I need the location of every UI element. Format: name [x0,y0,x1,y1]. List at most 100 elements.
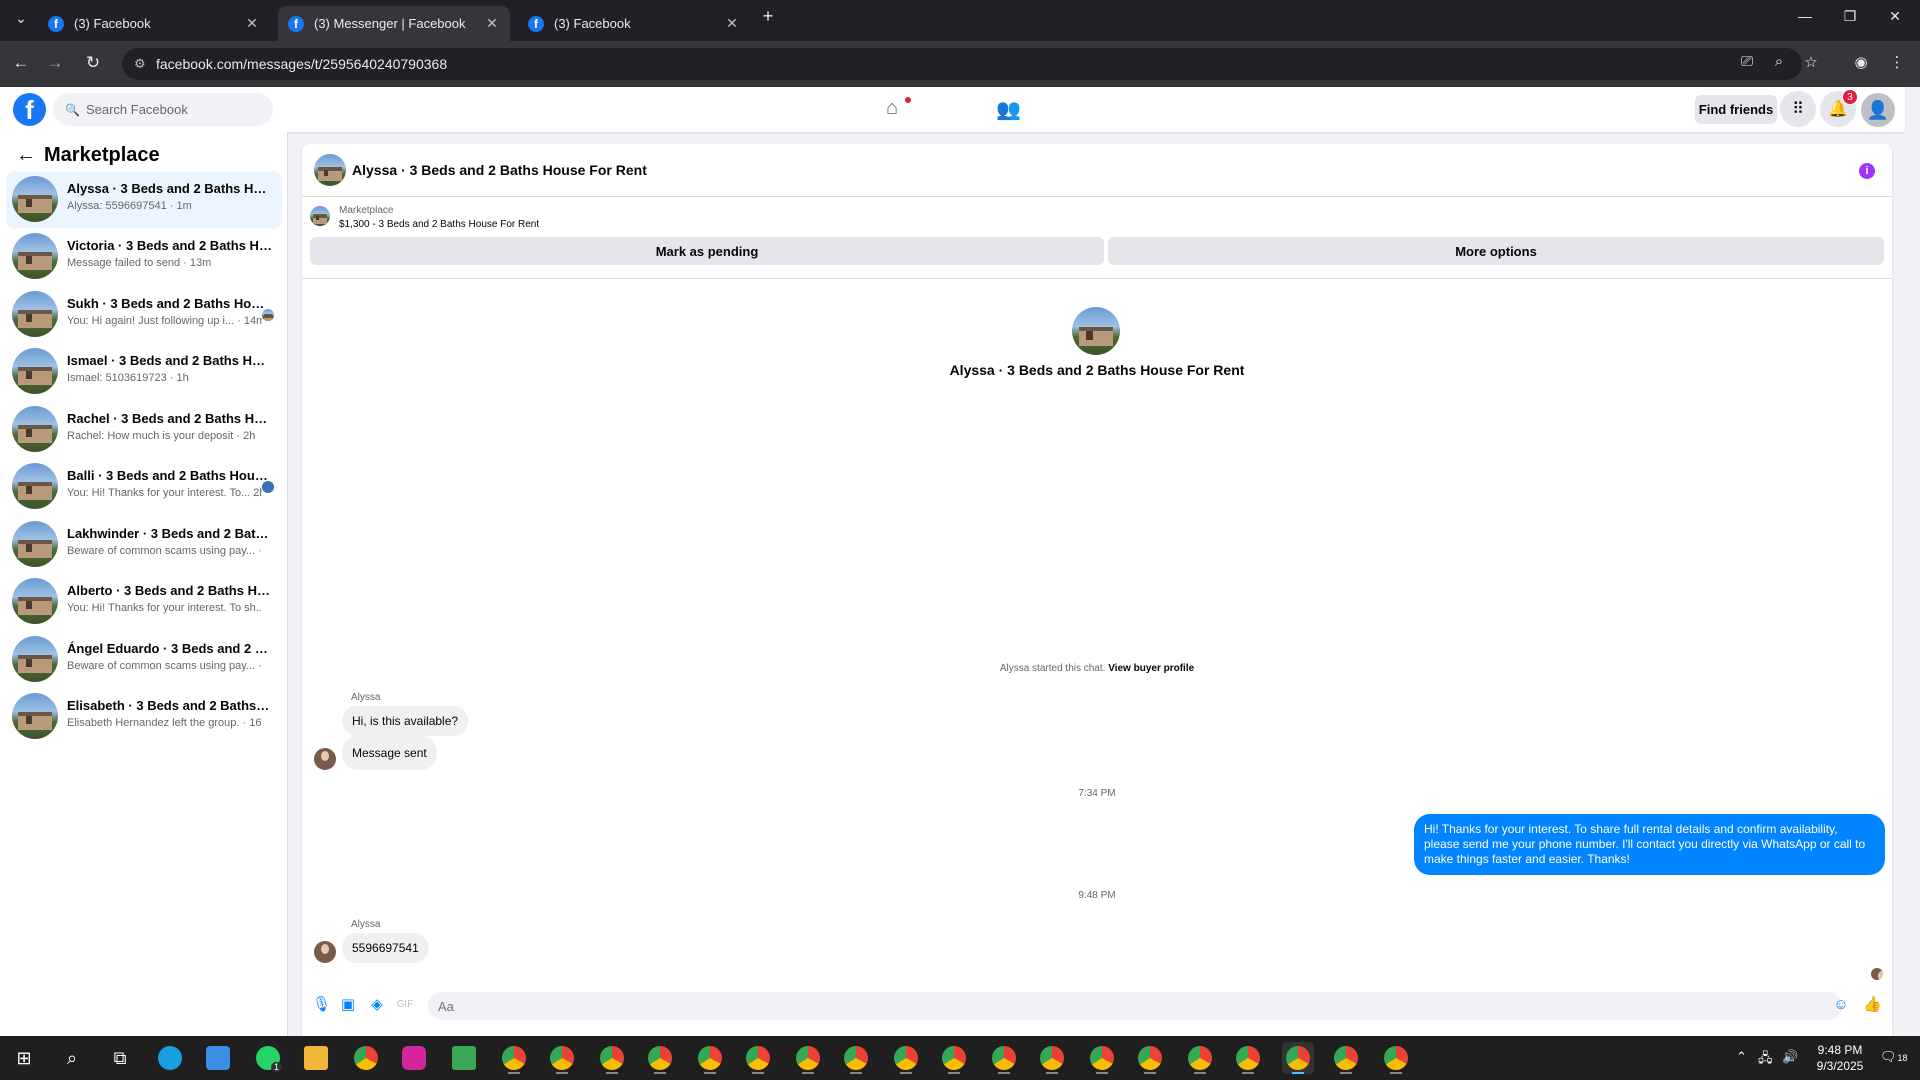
restore-icon[interactable]: ❐ [1835,8,1865,25]
search-icon[interactable]: ⌕ [56,1042,88,1074]
close-window-icon[interactable]: ✕ [1880,8,1910,25]
conversation-item[interactable]: Ángel Eduardo · 3 Beds and 2 Baths House… [6,632,282,688]
windows-start-icon[interactable]: ⊞ [8,1042,40,1074]
chrome-profile-icon[interactable] [1086,1042,1118,1074]
conversation-item[interactable]: Alberto · 3 Beds and 2 Baths House For R… [6,574,282,630]
zoom-icon[interactable]: ⌕ [1768,53,1790,70]
tab-search-icon[interactable]: ⌄ [6,10,36,27]
home-icon[interactable]: ⌂ [886,97,898,120]
edge-browser-icon[interactable] [154,1042,186,1074]
chrome-profile-icon-active[interactable] [1282,1042,1314,1074]
chrome-profile-icon[interactable] [1330,1042,1362,1074]
browser-tab-2[interactable]: f (3) Messenger | Facebook ✕ [278,6,510,41]
whatsapp-icon[interactable]: 1 [252,1042,284,1074]
conversation-item[interactable]: Elisabeth · 3 Beds and 2 Baths House For… [6,689,282,745]
close-tab-icon[interactable]: ✕ [724,15,740,32]
instagram-icon[interactable] [398,1042,430,1074]
chrome-profile-icon[interactable] [792,1042,824,1074]
file-explorer-icon[interactable] [300,1042,332,1074]
chrome-profile-icon[interactable] [840,1042,872,1074]
chrome-profile-icon[interactable] [890,1042,922,1074]
conversation-item[interactable]: Lakhwinder · 3 Beds and 2 Baths House Fo… [6,517,282,573]
account-avatar[interactable]: 👤 [1861,93,1895,127]
chrome-profile-icon[interactable] [742,1042,774,1074]
chrome-profile-icon[interactable] [1232,1042,1264,1074]
notification-center-icon[interactable]: 🗨18 [1880,1049,1908,1065]
site-info-icon[interactable]: ⚙ [134,56,146,72]
back-icon[interactable]: ← [10,53,32,73]
conversation-item[interactable]: Balli · 3 Beds and 2 Baths House For Ren… [6,459,282,515]
chrome-profile-icon[interactable] [1184,1042,1216,1074]
listing-avatar [12,693,58,739]
whatsapp-badge: 1 [270,1062,282,1072]
chrome-profile-icon[interactable] [596,1042,628,1074]
gif-icon[interactable]: GIF [396,996,414,1014]
chrome-profile-icon[interactable] [1380,1042,1412,1074]
listing-price[interactable]: $1,300 - 3 Beds and 2 Baths House For Re… [339,219,539,230]
read-receipt-avatar [1871,968,1883,980]
chat-avatar[interactable] [314,154,346,186]
chrome-profile-icon[interactable] [988,1042,1020,1074]
store-icon[interactable] [202,1042,234,1074]
incoming-message[interactable]: 5596697541 [342,933,429,963]
facebook-logo-icon[interactable]: f [13,93,46,126]
network-icon[interactable]: 🖧 [1758,1049,1773,1071]
chrome-profile-icon[interactable] [1134,1042,1166,1074]
profile-icon[interactable]: ◉ [1850,53,1872,71]
conversation-item[interactable]: Ismael · 3 Beds and 2 Baths House For Re… [6,344,282,400]
chrome-profile-icon[interactable] [644,1042,676,1074]
mark-as-pending-button[interactable]: Mark as pending [310,237,1104,265]
chrome-profile-icon[interactable] [546,1042,578,1074]
chrome-profile-icon[interactable] [498,1042,530,1074]
tray-chevron-icon[interactable]: ⌃ [1736,1049,1747,1065]
more-options-button[interactable]: More options [1108,237,1884,265]
photo-icon[interactable]: ▣ [339,996,357,1014]
incoming-message[interactable]: Hi, is this available? [342,706,469,736]
conversation-item[interactable]: Victoria · 3 Beds and 2 Baths House For … [6,229,282,285]
chat-started-notice: Alyssa started this chat. View buyer pro… [302,663,1892,674]
listing-avatar [12,406,58,452]
conversation-item[interactable]: Rachel · 3 Beds and 2 Baths House For Re… [6,402,282,458]
install-app-icon[interactable]: ⎚ [1736,53,1758,70]
browser-tab-3[interactable]: f (3) Facebook ✕ [518,6,750,41]
reload-icon[interactable]: ↻ [82,53,104,73]
friends-icon[interactable]: 👥 [996,97,1021,122]
bookmark-star-icon[interactable]: ☆ [1800,53,1822,71]
microphone-icon[interactable]: 🎙 [312,996,331,1014]
chrome-profile-icon[interactable] [694,1042,726,1074]
minimize-icon[interactable]: — [1790,8,1820,24]
browser-tab-1[interactable]: f (3) Facebook ✕ [38,6,270,41]
outgoing-message[interactable]: Hi! Thanks for your interest. To share f… [1414,814,1885,875]
listing-avatar [12,176,58,222]
chrome-profile-icon[interactable] [1036,1042,1068,1074]
like-thumb-icon[interactable]: 👍 [1863,996,1882,1014]
incoming-message[interactable]: Message sent [342,736,437,770]
sticker-icon[interactable]: ◈ [368,996,386,1014]
view-buyer-profile-link[interactable]: View buyer profile [1108,663,1194,674]
taskbar-clock[interactable]: 9:48 PM 9/3/2025 [1795,1042,1885,1074]
find-friends-button[interactable]: Find friends [1695,95,1777,124]
menu-dots-icon[interactable]: ⋮ [1886,53,1908,71]
conversation-snippet: Ismael: 5103619723 · 1h [67,372,189,384]
spreadsheet-icon[interactable] [448,1042,480,1074]
close-tab-icon[interactable]: ✕ [484,15,500,32]
info-icon[interactable]: i [1859,163,1875,179]
close-tab-icon[interactable]: ✕ [244,15,260,32]
search-input[interactable]: 🔍 Search Facebook [53,93,273,126]
forward-icon[interactable]: → [44,53,66,73]
message-input[interactable] [428,992,1842,1020]
url-field[interactable]: ⚙ facebook.com/messages/t/25956402407903… [122,48,1802,80]
conversation-item[interactable]: Sukh · 3 Beds and 2 Baths House For Rent… [6,287,282,343]
chrome-icon[interactable] [350,1042,382,1074]
back-arrow-icon[interactable]: ← [16,144,36,167]
new-tab-icon[interactable]: + [753,6,783,27]
emoji-icon[interactable]: ☺ [1832,996,1850,1014]
listing-thumbnail[interactable] [310,206,330,226]
conversation-item[interactable]: Alyssa · 3 Beds and 2 Baths House For Re… [6,172,282,228]
chat-title[interactable]: Alyssa · 3 Beds and 2 Baths House For Re… [352,162,647,178]
menu-grid-icon[interactable]: ⠿ [1780,91,1816,127]
task-view-icon[interactable]: ⧉ [104,1042,136,1074]
sender-avatar [314,748,336,770]
tab-title: (3) Facebook [74,16,151,31]
chrome-profile-icon[interactable] [938,1042,970,1074]
